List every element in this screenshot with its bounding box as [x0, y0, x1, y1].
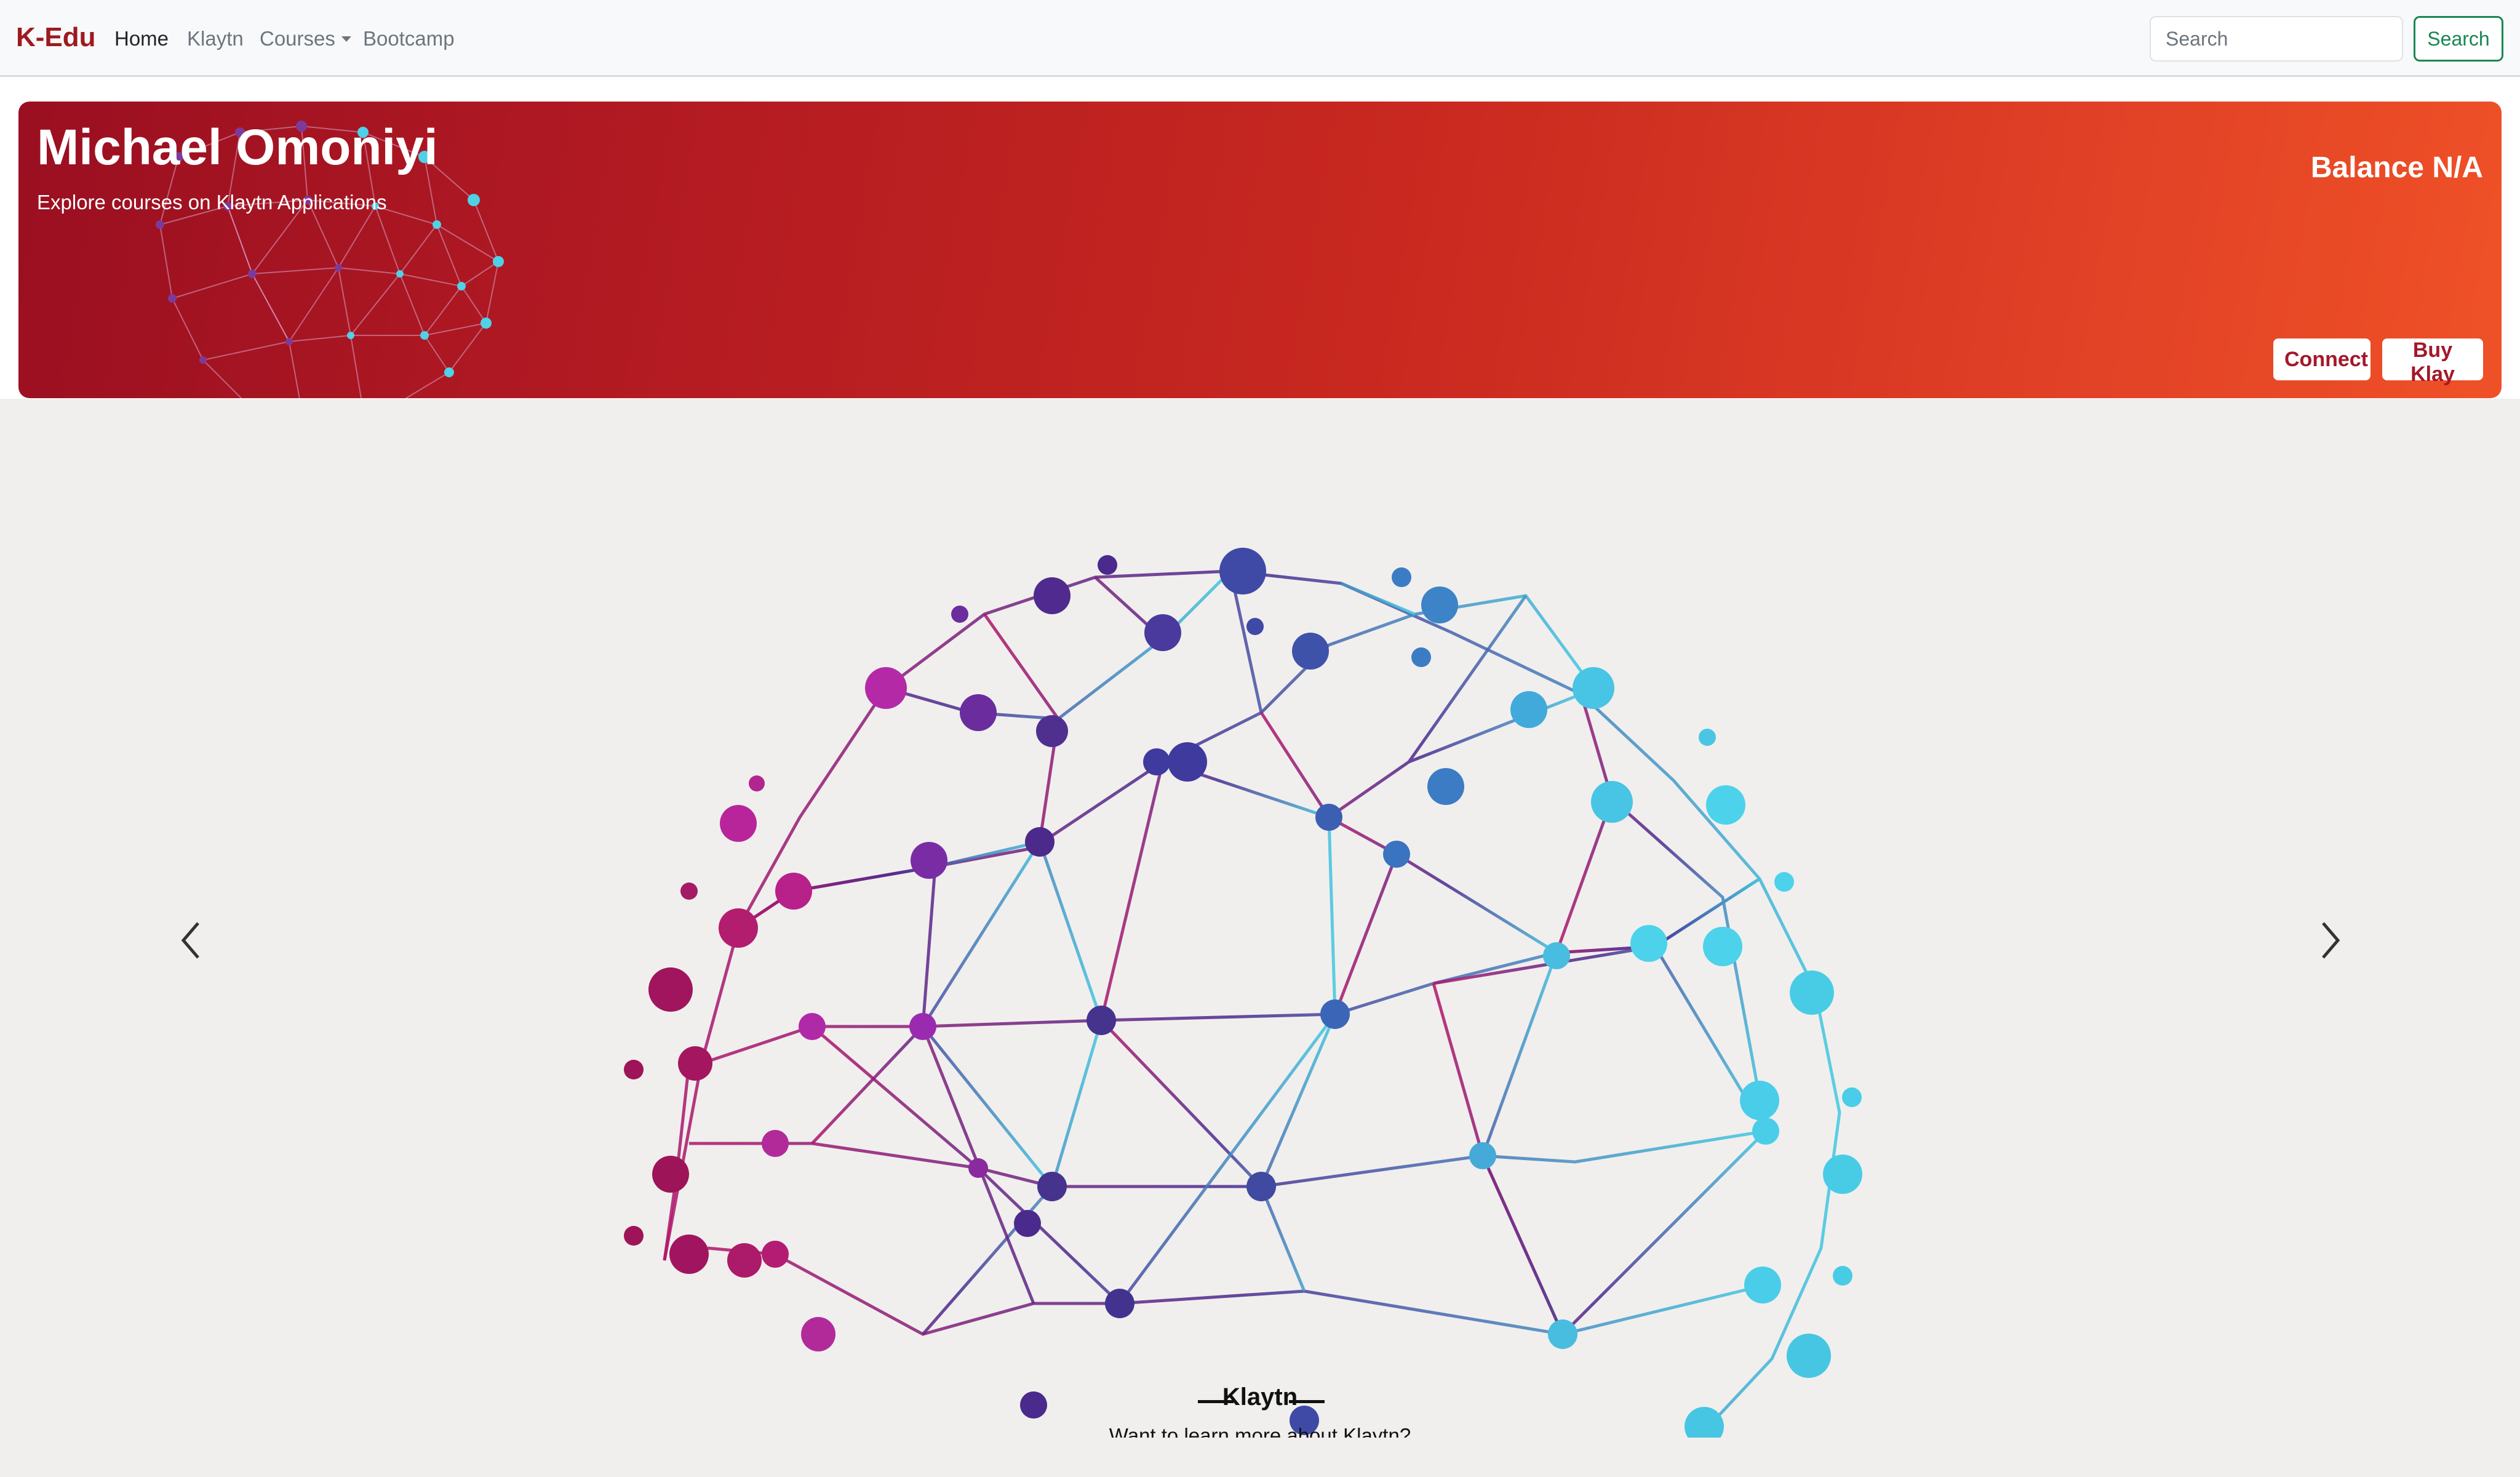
search-button[interactable]: Search [2414, 16, 2503, 62]
nav-dropdown-courses[interactable]: Courses [260, 27, 351, 50]
nav-link-home[interactable]: Home [114, 27, 169, 50]
carousel-caption-text: Want to learn more about Klaytn? [1109, 1424, 1411, 1438]
balance-display: Balance N/A [2310, 151, 2483, 184]
chevron-right-icon[interactable] [2312, 916, 2349, 965]
carousel: Klaytn Want to learn more about Klaytn? [0, 399, 2520, 1438]
connect-button[interactable]: Connect [2273, 338, 2370, 380]
nav-link-bootcamp[interactable]: Bootcamp [363, 27, 455, 50]
hero-title: Michael Omoniyi [37, 119, 438, 175]
nav-link-klaytn[interactable]: Klaytn [187, 27, 244, 50]
brand-logo[interactable]: K-Edu [16, 22, 96, 53]
page-bottom-strip [0, 1438, 2520, 1477]
caret-down-icon [341, 36, 351, 42]
search-input[interactable] [2150, 16, 2403, 62]
hero-banner: Michael Omoniyi Explore courses on Klayt… [18, 102, 2502, 398]
carousel-caption-title: Klaytn [1222, 1383, 1298, 1411]
nav-link-courses-label: Courses [260, 27, 335, 50]
hero-subtitle: Explore courses on Klaytn Applications [37, 191, 387, 214]
navbar: K-Edu Home Klaytn Courses Bootcamp Searc… [0, 0, 2520, 77]
chevron-left-icon[interactable] [172, 916, 209, 965]
buy-klay-button[interactable]: Buy Klay [2382, 338, 2483, 386]
carousel-slide-image [624, 548, 1862, 1438]
